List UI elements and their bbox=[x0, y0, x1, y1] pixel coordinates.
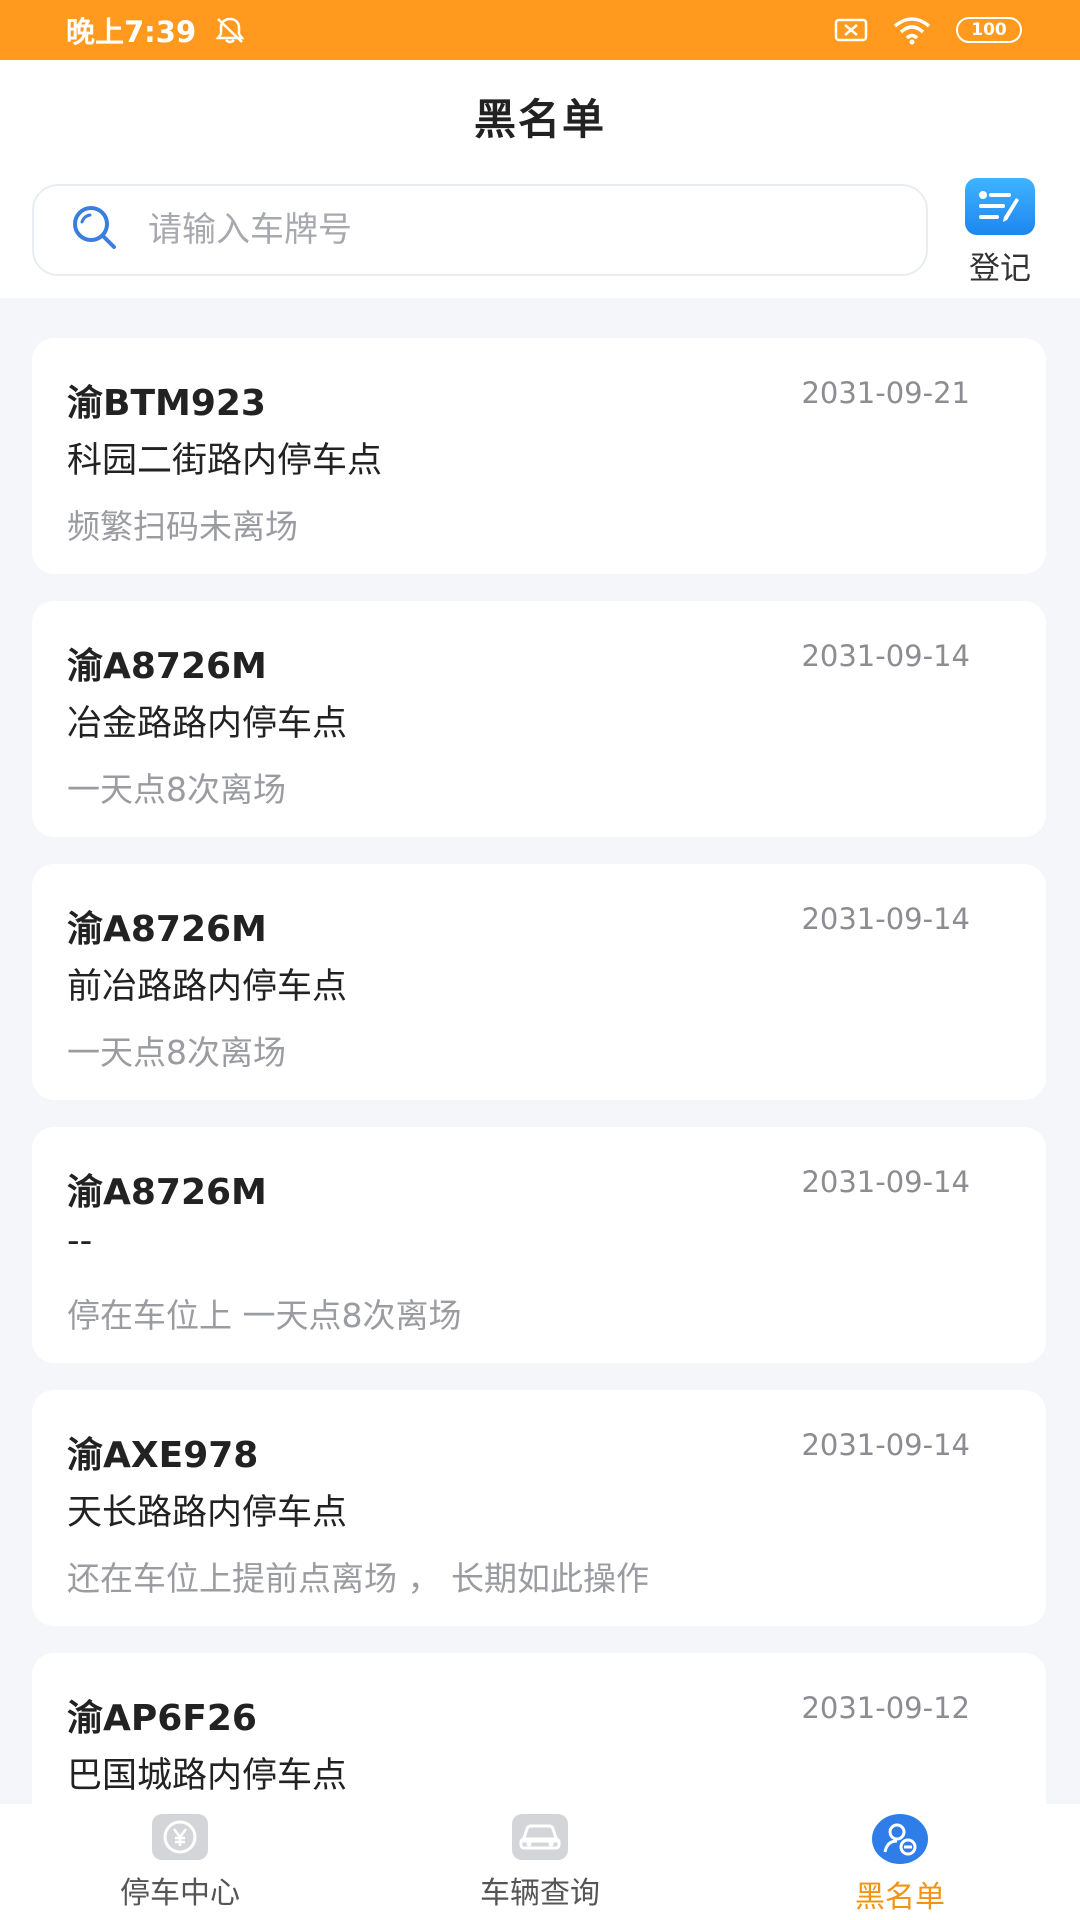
user-block-icon bbox=[872, 1814, 928, 1864]
header: 黑名单 登记 bbox=[0, 60, 1080, 298]
sim-off-icon bbox=[834, 18, 868, 42]
status-time: 晚上7:39 bbox=[66, 15, 197, 49]
plate-number: 渝AXE978 bbox=[67, 1435, 259, 1476]
parking-location: -- bbox=[67, 1221, 93, 1261]
search-input[interactable] bbox=[146, 209, 846, 251]
parking-location: 前冶路路内停车点 bbox=[67, 967, 348, 1007]
plate-number: 渝A8726M bbox=[67, 646, 267, 687]
record-date: 2031-09-21 bbox=[801, 376, 970, 410]
page-title: 黑名单 bbox=[473, 95, 606, 144]
blacklist-record[interactable]: 渝BTM923 2031-09-21 科园二街路内停车点 频繁扫码未离场 bbox=[32, 338, 1046, 574]
tab-label: 黑名单 bbox=[855, 1880, 945, 1915]
record-date: 2031-09-12 bbox=[801, 1691, 970, 1725]
status-bar: 晚上7:39 100 bbox=[0, 0, 1080, 60]
battery-indicator: 100 bbox=[956, 17, 1022, 43]
blacklist-list: 渝BTM923 2031-09-21 科园二街路内停车点 频繁扫码未离场 渝A8… bbox=[32, 338, 1048, 1916]
register-edit-icon bbox=[965, 178, 1035, 235]
blacklist-reason: 停在车位上 一天点8次离场 bbox=[67, 1296, 462, 1335]
plate-number: 渝AP6F26 bbox=[67, 1698, 257, 1739]
record-date: 2031-09-14 bbox=[801, 1428, 970, 1462]
tab-blacklist[interactable]: 黑名单 bbox=[720, 1804, 1080, 1920]
plate-number: 渝A8726M bbox=[67, 1172, 267, 1213]
parking-location: 科园二街路内停车点 bbox=[67, 441, 383, 481]
parking-location: 冶金路路内停车点 bbox=[67, 704, 348, 744]
record-date: 2031-09-14 bbox=[801, 902, 970, 936]
plate-number: 渝A8726M bbox=[67, 909, 267, 950]
blacklist-record[interactable]: 渝A8726M 2031-09-14 冶金路路内停车点 一天点8次离场 bbox=[32, 601, 1046, 837]
parking-location: 天长路路内停车点 bbox=[67, 1493, 348, 1533]
wifi-icon bbox=[892, 15, 932, 45]
blacklist-reason: 一天点8次离场 bbox=[67, 770, 286, 809]
tab-label: 停车中心 bbox=[120, 1876, 240, 1911]
record-date: 2031-09-14 bbox=[801, 639, 970, 673]
tab-vehicle-query[interactable]: 车辆查询 bbox=[360, 1804, 720, 1920]
register-button[interactable]: 登记 bbox=[960, 178, 1040, 288]
register-label: 登记 bbox=[969, 251, 1031, 287]
plate-number: 渝BTM923 bbox=[67, 383, 266, 424]
tab-parking-center[interactable]: 停车中心 bbox=[0, 1804, 360, 1920]
blacklist-reason: 频繁扫码未离场 bbox=[67, 507, 298, 546]
blacklist-reason: 一天点8次离场 bbox=[67, 1033, 286, 1072]
tab-label: 车辆查询 bbox=[480, 1876, 600, 1911]
yuan-coin-icon bbox=[152, 1814, 208, 1860]
blacklist-record[interactable]: 渝AXE978 2031-09-14 天长路路内停车点 还在车位上提前点离场 ，… bbox=[32, 1390, 1046, 1626]
parking-location: 巴国城路内停车点 bbox=[67, 1756, 348, 1796]
search-box[interactable] bbox=[32, 184, 928, 276]
bottom-tab-bar: 停车中心 车辆查询 黑名单 bbox=[0, 1804, 1080, 1920]
search-icon bbox=[70, 203, 120, 257]
car-icon bbox=[512, 1814, 568, 1860]
blacklist-record[interactable]: 渝A8726M 2031-09-14 -- 停在车位上 一天点8次离场 bbox=[32, 1127, 1046, 1363]
blacklist-record[interactable]: 渝A8726M 2031-09-14 前冶路路内停车点 一天点8次离场 bbox=[32, 864, 1046, 1100]
blacklist-reason: 还在车位上提前点离场 ， 长期如此操作 bbox=[67, 1559, 649, 1598]
record-date: 2031-09-14 bbox=[801, 1165, 970, 1199]
alarm-off-icon bbox=[214, 15, 246, 45]
